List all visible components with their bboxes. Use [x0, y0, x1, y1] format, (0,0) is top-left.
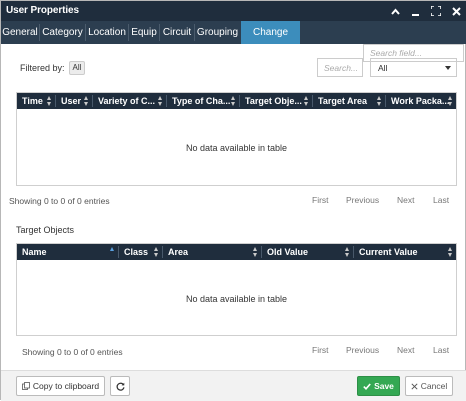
- footer-bar: Copy to clipboard Save Cancel: [1, 370, 466, 401]
- col-type[interactable]: Type of Cha...: [167, 93, 239, 109]
- cancel-button[interactable]: Cancel: [405, 376, 453, 396]
- sort-icon: [47, 96, 52, 106]
- sort-icon: [84, 96, 89, 106]
- col-work-package[interactable]: Work Packa...: [386, 93, 456, 109]
- sort-icon: [158, 96, 163, 106]
- tab-general[interactable]: General: [1, 21, 39, 44]
- col-label: Class: [124, 247, 149, 257]
- filtered-by-label: Filtered by:: [20, 63, 65, 73]
- tab-category[interactable]: Category: [40, 21, 85, 44]
- save-button[interactable]: Save: [357, 376, 400, 396]
- title-bar: User Properties: [1, 1, 466, 21]
- select-value: All: [378, 63, 388, 73]
- sort-icon: [377, 96, 382, 106]
- tab-change-logs[interactable]: Change Logs: [241, 21, 300, 61]
- check-icon: [363, 382, 371, 390]
- sort-icon: [345, 247, 350, 257]
- save-label: Save: [374, 381, 394, 391]
- col-label: Area: [168, 247, 189, 257]
- page-first-button[interactable]: First: [312, 345, 329, 355]
- col-label: Target Area: [318, 96, 368, 106]
- close-icon[interactable]: [448, 3, 464, 19]
- col-target-object[interactable]: Target Obje...: [240, 93, 312, 109]
- col-label: Old Value: [267, 247, 309, 257]
- page-last-button[interactable]: Last: [433, 195, 449, 205]
- tab-circuit[interactable]: Circuit: [160, 21, 194, 44]
- col-old-value[interactable]: Old Value: [262, 244, 353, 260]
- changelog-search-input[interactable]: Search...: [317, 58, 363, 77]
- target-objects-table: Name Class Area Old Value Current Value …: [16, 243, 457, 336]
- col-time[interactable]: Time: [17, 93, 55, 109]
- col-label: Current Value: [359, 247, 418, 257]
- page-previous-button[interactable]: Previous: [346, 195, 379, 205]
- tab-location[interactable]: Location: [86, 21, 128, 44]
- sort-icon: [253, 247, 258, 257]
- x-icon: [411, 382, 418, 390]
- refresh-icon: [116, 382, 125, 391]
- copy-to-clipboard-button[interactable]: Copy to clipboard: [16, 376, 105, 396]
- changelog-empty-message: No data available in table: [185, 143, 288, 153]
- col-label: Time: [22, 96, 43, 106]
- changelog-table-header: Time User Variety of C... Type of Cha...…: [17, 93, 456, 109]
- target-objects-title: Target Objects: [16, 225, 75, 235]
- page-previous-button[interactable]: Previous: [346, 345, 379, 355]
- target-objects-header: Name Class Area Old Value Current Value: [17, 244, 456, 260]
- cancel-label: Cancel: [420, 381, 448, 391]
- col-label: Type of Cha...: [172, 96, 231, 106]
- caret-down-icon: [445, 66, 451, 70]
- target-objects-empty-message: No data available in table: [185, 294, 288, 304]
- tab-grouping[interactable]: Grouping: [195, 21, 240, 44]
- changelog-info: Showing 0 to 0 of 0 entries: [9, 196, 110, 206]
- tab-equip[interactable]: Equip: [129, 21, 159, 44]
- col-current-value[interactable]: Current Value: [354, 244, 456, 260]
- chevron-up-icon[interactable]: [387, 3, 403, 19]
- col-label: Name: [22, 247, 47, 257]
- col-label: Variety of C...: [98, 96, 156, 106]
- copy-label: Copy to clipboard: [32, 381, 100, 391]
- col-target-area[interactable]: Target Area: [313, 93, 385, 109]
- minimize-icon[interactable]: [407, 3, 423, 19]
- sort-icon: [448, 96, 453, 106]
- col-label: User: [61, 96, 82, 106]
- sort-icon: [304, 96, 309, 106]
- user-properties-window: User Properties General Category Locatio…: [0, 0, 466, 401]
- col-label: Work Packa...: [391, 96, 450, 106]
- col-name[interactable]: Name: [17, 244, 118, 260]
- page-last-button[interactable]: Last: [433, 345, 449, 355]
- changelog-filter-select[interactable]: All: [370, 58, 457, 77]
- changelog-table: Time User Variety of C... Type of Cha...…: [16, 92, 457, 186]
- col-user[interactable]: User: [56, 93, 92, 109]
- refresh-button[interactable]: [110, 376, 130, 396]
- sort-icon: [154, 247, 159, 257]
- sort-icon: [231, 96, 236, 106]
- maximize-icon[interactable]: [428, 3, 444, 19]
- col-variety[interactable]: Variety of C...: [93, 93, 166, 109]
- page-first-button[interactable]: First: [312, 195, 329, 205]
- col-class[interactable]: Class: [119, 244, 162, 260]
- sort-icon: [448, 247, 453, 257]
- window-title: User Properties: [6, 5, 79, 16]
- sort-asc-icon: [110, 247, 115, 257]
- page-next-button[interactable]: Next: [397, 345, 414, 355]
- col-label: Target Obje...: [245, 96, 302, 106]
- target-objects-info: Showing 0 to 0 of 0 entries: [22, 347, 123, 357]
- page-next-button[interactable]: Next: [397, 195, 414, 205]
- tab-bar: General Category Location Equip Circuit …: [1, 21, 466, 62]
- copy-icon: [22, 382, 30, 390]
- filter-chip[interactable]: All: [69, 61, 85, 75]
- col-area[interactable]: Area: [163, 244, 261, 260]
